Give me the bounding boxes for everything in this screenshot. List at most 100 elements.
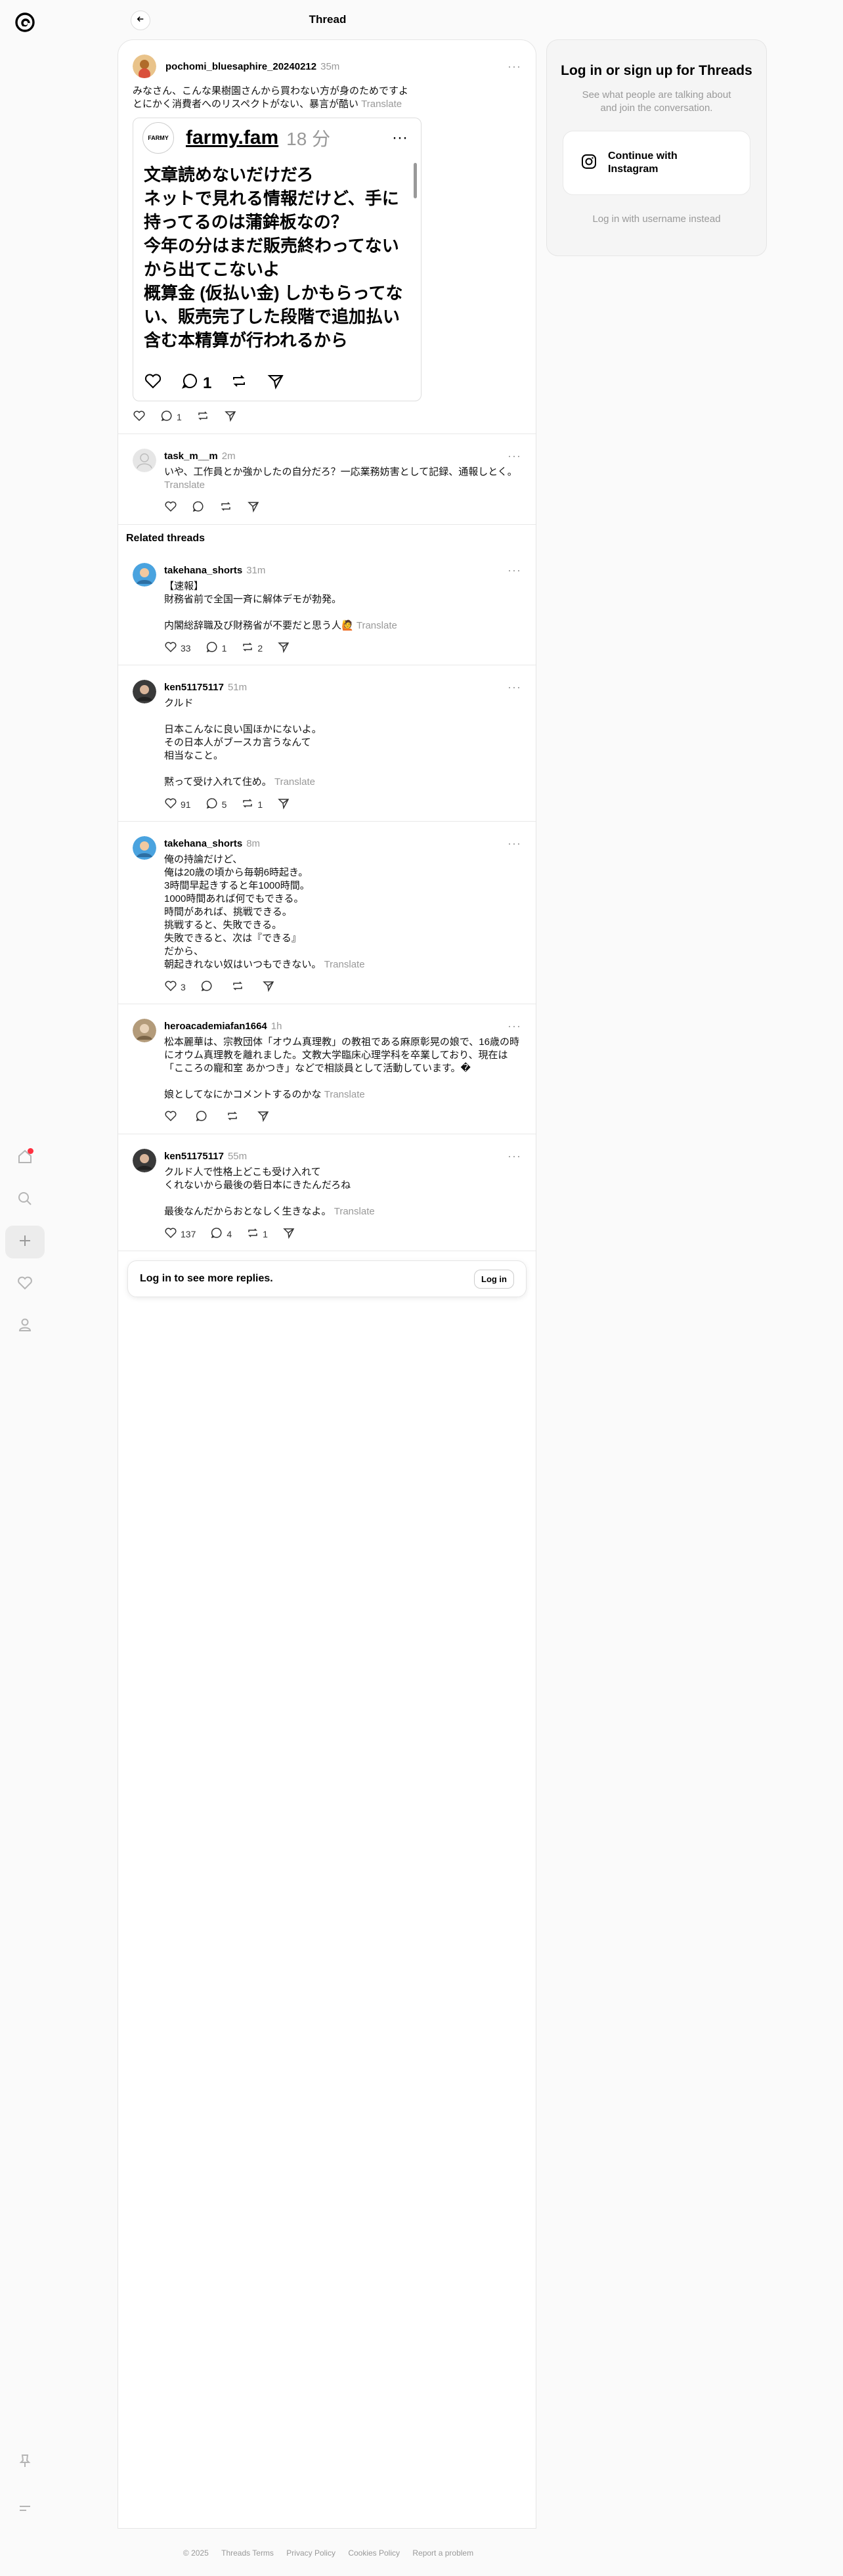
translate-link[interactable]: Translate <box>334 1206 375 1217</box>
reply-button[interactable]: 4 <box>210 1226 232 1241</box>
like-count: 137 <box>181 1228 196 1239</box>
related-thread[interactable]: heroacademiafan1664 1h ··· 松本麗華は、宗教団体「オウ… <box>118 1004 536 1134</box>
repost-button[interactable]: 2 <box>241 640 263 655</box>
related-time[interactable]: 55m <box>228 1151 247 1162</box>
quoted-text: 文章読めないだけだろ ネットで見れる情報だけど、手に持ってるのは蒲鉾板なの？ 今… <box>144 165 403 350</box>
translate-link[interactable]: Translate <box>324 1089 365 1100</box>
related-username[interactable]: ken51175117 <box>164 682 224 693</box>
related-thread[interactable]: takehana_shorts 8m ··· 俺の持論だけど、 俺は20歳の頃か… <box>118 822 536 1004</box>
related-text: 俺の持論だけど、 俺は20歳の頃から毎朝6時起き。 3時間早起きすると年1000… <box>164 854 322 970</box>
share-button[interactable] <box>257 1109 270 1124</box>
related-time[interactable]: 1h <box>271 1021 282 1032</box>
like-button[interactable] <box>164 500 177 515</box>
related-username[interactable]: heroacademiafan1664 <box>164 1021 267 1032</box>
more-icon[interactable]: ··· <box>508 60 521 74</box>
like-button[interactable]: 137 <box>164 1226 196 1241</box>
reply-post: task_m__m 2m ··· いや、工作員とか強かしたの自分だろ？一応業務妨… <box>118 434 536 525</box>
avatar[interactable] <box>133 1149 156 1172</box>
avatar[interactable] <box>133 1019 156 1042</box>
translate-link[interactable]: Translate <box>357 620 397 631</box>
comment-icon <box>181 372 199 395</box>
related-username[interactable]: takehana_shorts <box>164 838 242 849</box>
like-button[interactable]: 33 <box>164 640 191 655</box>
nav-home-button[interactable] <box>5 1142 45 1174</box>
heart-icon <box>164 797 177 812</box>
reply-count: 1 <box>177 411 182 422</box>
avatar[interactable] <box>133 55 156 78</box>
repost-button[interactable] <box>231 979 248 994</box>
share-button[interactable] <box>282 1226 295 1241</box>
translate-link[interactable]: Translate <box>164 479 205 491</box>
continue-with-instagram-button[interactable]: Continue with Instagram <box>563 131 750 195</box>
avatar[interactable] <box>133 680 156 703</box>
repost-button[interactable] <box>226 1109 242 1124</box>
like-button[interactable] <box>164 1109 181 1124</box>
threads-logo-icon[interactable] <box>12 9 38 35</box>
reply-button[interactable]: 5 <box>205 797 227 812</box>
menu-button[interactable] <box>5 2493 45 2526</box>
repost-icon <box>246 1226 259 1241</box>
post-username[interactable]: pochomi_bluesaphire_20240212 <box>165 61 316 72</box>
nav-create-button[interactable] <box>5 1226 45 1258</box>
share-button[interactable] <box>262 979 275 994</box>
share-icon <box>267 372 285 395</box>
quoted-post-image[interactable]: FARMY farmy.fam 18 分 ··· 文章読めないだけだろ ネットで… <box>133 118 422 401</box>
avatar[interactable] <box>133 563 156 587</box>
reply-button[interactable]: 1 <box>205 640 227 655</box>
back-button[interactable] <box>131 11 150 30</box>
like-button[interactable]: 91 <box>164 797 191 812</box>
avatar[interactable] <box>133 449 156 472</box>
share-button[interactable] <box>277 640 290 655</box>
related-time[interactable]: 8m <box>246 838 260 849</box>
related-thread[interactable]: ken51175117 55m ··· クルド人で性格上どこも受け入れて くれな… <box>118 1134 536 1251</box>
more-icon[interactable]: ··· <box>508 1019 521 1033</box>
repost-button[interactable]: 1 <box>241 797 263 812</box>
post-actions: 33 1 2 <box>164 640 521 655</box>
login-button[interactable]: Log in <box>474 1269 514 1289</box>
related-thread[interactable]: takehana_shorts 31m ··· 【速報】 財務省前で全国一斉に解… <box>118 548 536 665</box>
share-icon <box>247 500 260 515</box>
username-login-link[interactable]: Log in with username instead <box>547 213 766 225</box>
like-button[interactable] <box>133 409 146 424</box>
share-button[interactable] <box>277 797 290 812</box>
avatar[interactable] <box>133 836 156 860</box>
scrollbar <box>414 163 417 198</box>
like-button[interactable]: 3 <box>164 979 186 994</box>
reply-button[interactable] <box>195 1109 211 1124</box>
main-post: pochomi_bluesaphire_20240212 35m ··· みなさ… <box>118 40 536 434</box>
reply-button[interactable]: 1 <box>160 409 182 424</box>
thread-column: pochomi_bluesaphire_20240212 35m ··· みなさ… <box>118 39 536 2529</box>
reply-button[interactable] <box>200 979 217 994</box>
nav-activity-button[interactable] <box>5 1268 45 1300</box>
translate-link[interactable]: Translate <box>324 959 365 970</box>
related-username[interactable]: ken51175117 <box>164 1151 224 1162</box>
nav-search-button[interactable] <box>5 1184 45 1216</box>
more-icon[interactable]: ··· <box>508 680 521 694</box>
related-thread[interactable]: ken51175117 51m ··· クルド 日本こんなに良い国ほかにないよ。… <box>118 665 536 822</box>
related-time[interactable]: 51m <box>228 682 247 693</box>
related-username[interactable]: takehana_shorts <box>164 565 242 576</box>
nav-profile-button[interactable] <box>5 1310 45 1343</box>
translate-link[interactable]: Translate <box>361 99 402 110</box>
repost-button[interactable] <box>219 500 232 515</box>
privacy-link[interactable]: Privacy Policy <box>286 2548 335 2558</box>
post-time[interactable]: 35m <box>320 61 339 72</box>
share-button[interactable] <box>224 409 237 424</box>
terms-link[interactable]: Threads Terms <box>221 2548 274 2558</box>
translate-link[interactable]: Translate <box>274 776 315 788</box>
pin-button[interactable] <box>5 2446 45 2479</box>
repost-button[interactable]: 1 <box>246 1226 268 1241</box>
reply-time[interactable]: 2m <box>222 451 236 462</box>
share-button[interactable] <box>247 500 260 515</box>
more-icon[interactable]: ··· <box>508 564 521 577</box>
reply-username[interactable]: task_m__m <box>164 451 218 462</box>
more-icon[interactable]: ··· <box>508 1149 521 1163</box>
report-link[interactable]: Report a problem <box>412 2548 473 2558</box>
reply-button[interactable] <box>192 500 205 515</box>
more-icon[interactable]: ··· <box>508 449 521 463</box>
repost-button[interactable] <box>196 409 209 424</box>
related-time[interactable]: 31m <box>246 565 265 576</box>
cookies-link[interactable]: Cookies Policy <box>348 2548 400 2558</box>
more-icon[interactable]: ··· <box>508 837 521 851</box>
related-threads-list: takehana_shorts 31m ··· 【速報】 財務省前で全国一斉に解… <box>118 548 536 1251</box>
